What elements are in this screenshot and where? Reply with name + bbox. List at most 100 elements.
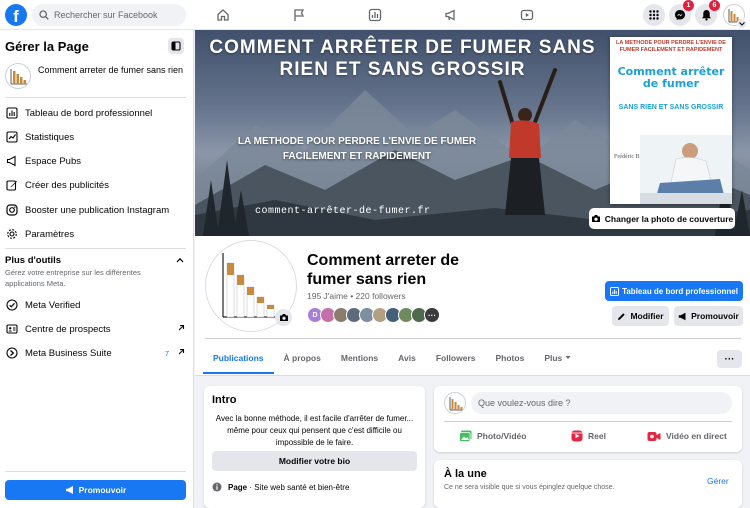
tab-more-label: Plus bbox=[544, 353, 563, 363]
sidebar-item-label: Booster une publication Instagram bbox=[25, 204, 170, 216]
sidebar-item-label: Statistiques bbox=[25, 131, 75, 143]
change-cover-photo-button[interactable]: Changer la photo de couverture bbox=[589, 208, 735, 229]
edit-page-label: Modifier bbox=[630, 311, 664, 321]
home-icon[interactable] bbox=[214, 6, 232, 24]
book-top-text: LA METHODE POUR PERDRE L'ENVIE DE FUMER … bbox=[616, 40, 726, 53]
divider bbox=[5, 97, 186, 98]
intro-title: Intro bbox=[212, 394, 237, 406]
tab-mentions[interactable]: Mentions bbox=[331, 348, 388, 374]
tab-about[interactable]: À propos bbox=[274, 348, 331, 374]
more-tools-title: Plus d'outils bbox=[5, 255, 62, 266]
menu-grid-button[interactable] bbox=[643, 4, 665, 26]
megaphone-icon bbox=[678, 312, 686, 320]
composer-avatar bbox=[444, 392, 466, 414]
page-avatar bbox=[5, 63, 31, 89]
reel-label: Reel bbox=[588, 431, 606, 441]
messenger-button[interactable]: 1 bbox=[669, 0, 694, 26]
instagram-icon bbox=[5, 203, 19, 217]
messenger-badge: 1 bbox=[683, 0, 694, 11]
photo-video-button[interactable]: Photo/Vidéo bbox=[459, 428, 526, 444]
sidebar-item-leads-center[interactable]: Centre de prospects bbox=[5, 320, 187, 338]
live-video-label: Vidéo en direct bbox=[666, 431, 727, 441]
sidebar-item-label: Centre de prospects bbox=[25, 323, 111, 335]
external-link-icon bbox=[177, 348, 185, 359]
search-input[interactable] bbox=[54, 10, 182, 20]
tab-publications[interactable]: Publications bbox=[203, 348, 274, 374]
book-title: Comment arrêter de fumer bbox=[617, 65, 725, 90]
followers-avatars[interactable]: D ··· bbox=[307, 307, 440, 326]
business-suite-icon bbox=[5, 346, 19, 360]
book-subtitle: SANS RIEN ET SANS GROSSIR bbox=[618, 104, 724, 111]
manage-page-sidebar: Gérer la Page Comment arreter de fumer s… bbox=[0, 30, 194, 508]
page-stats: 195 J'aime • 220 followers bbox=[307, 291, 406, 301]
business-suite-count: 7 bbox=[164, 348, 169, 358]
manage-featured-link[interactable]: Gérer bbox=[707, 476, 729, 486]
megaphone-icon bbox=[65, 486, 73, 494]
page-header: Comment arreter de fumer sans rien 195 J… bbox=[195, 236, 750, 376]
notifications-button[interactable]: 6 bbox=[695, 0, 720, 26]
collapse-sidebar-button[interactable] bbox=[168, 38, 184, 54]
reel-button[interactable]: Reel bbox=[571, 428, 606, 444]
search-box[interactable] bbox=[32, 4, 186, 26]
pencil-icon bbox=[618, 312, 626, 320]
promote-button-label: Promouvoir bbox=[78, 485, 127, 495]
tab-followers[interactable]: Followers bbox=[426, 348, 486, 374]
divider bbox=[5, 248, 186, 249]
live-video-button[interactable]: Vidéo en direct bbox=[647, 428, 727, 444]
tab-more[interactable]: Plus bbox=[534, 348, 581, 374]
professional-dashboard-button[interactable]: Tableau de bord professionnel bbox=[605, 281, 743, 301]
ads-megaphone-icon[interactable] bbox=[442, 6, 460, 24]
update-profile-picture-button[interactable] bbox=[275, 309, 292, 326]
gear-icon bbox=[5, 227, 19, 241]
sidebar-toggle-icon bbox=[171, 41, 181, 51]
sidebar-item-create-ads[interactable]: Créer des publicités bbox=[5, 176, 187, 194]
bell-icon bbox=[701, 10, 711, 21]
tab-photos[interactable]: Photos bbox=[486, 348, 535, 374]
divider bbox=[205, 338, 741, 339]
leads-icon bbox=[5, 322, 19, 336]
video-icon[interactable] bbox=[518, 6, 536, 24]
chevron-up-icon[interactable] bbox=[176, 255, 184, 266]
more-options-button[interactable]: ··· bbox=[717, 350, 742, 368]
intro-card: Intro Avec la bonne méthode, il est faci… bbox=[204, 386, 425, 508]
live-video-icon bbox=[647, 431, 661, 441]
category-value: · Site web santé et bien-être bbox=[249, 482, 350, 492]
featured-title: À la une bbox=[444, 468, 487, 480]
professional-dashboard-label: Tableau de bord professionnel bbox=[622, 286, 738, 296]
page-name: Comment arreter de fumer sans rien bbox=[307, 252, 460, 288]
photo-video-label: Photo/Vidéo bbox=[477, 431, 527, 441]
promote-button[interactable]: Promouvoir bbox=[5, 480, 186, 500]
search-icon bbox=[39, 10, 49, 20]
edit-bio-button[interactable]: Modifier votre bio bbox=[212, 451, 417, 471]
featured-description: Ce ne sera visible que si vous épinglez … bbox=[444, 484, 615, 491]
featured-card: À la une Ce ne sera visible que si vous … bbox=[434, 460, 742, 508]
grid-icon bbox=[649, 10, 659, 20]
cover-title: COMMENT ARRÊTER DE FUMER SANS RIEN ET SA… bbox=[209, 37, 596, 80]
photo-icon bbox=[459, 430, 472, 442]
flag-icon[interactable] bbox=[290, 6, 308, 24]
info-icon bbox=[212, 482, 222, 492]
insights-icon[interactable] bbox=[366, 6, 384, 24]
sidebar-item-dashboard[interactable]: Tableau de bord professionnel bbox=[5, 104, 187, 122]
post-input[interactable]: Que voulez-vous dire ? bbox=[471, 392, 732, 414]
sidebar-item-ads-space[interactable]: Espace Pubs bbox=[5, 152, 187, 170]
sidebar-item-label: Espace Pubs bbox=[25, 155, 81, 167]
account-menu-chevron-icon[interactable] bbox=[737, 19, 747, 29]
sidebar-item-boost-instagram[interactable]: Booster une publication Instagram bbox=[5, 201, 187, 219]
page-category: Page · Site web santé et bien-être bbox=[212, 482, 349, 492]
sidebar-item-meta-verified[interactable]: Meta Verified bbox=[5, 296, 187, 314]
external-link-icon bbox=[177, 324, 185, 335]
facebook-logo[interactable]: f bbox=[5, 4, 27, 26]
cover-subtitle: LA METHODE POUR PERDRE L'ENVIE DE FUMER … bbox=[237, 136, 477, 162]
sidebar-item-statistics[interactable]: Statistiques bbox=[5, 128, 187, 146]
edit-page-button[interactable]: Modifier bbox=[612, 306, 669, 326]
sidebar-item-settings[interactable]: Paramètres bbox=[5, 225, 187, 243]
sidebar-item-label: Meta Business Suite bbox=[25, 347, 112, 359]
intro-bio-text: Avec la bonne méthode, il est facile d'a… bbox=[215, 414, 414, 447]
camera-icon bbox=[591, 215, 600, 222]
promote-page-button[interactable]: Promouvoir bbox=[674, 306, 743, 326]
messenger-icon bbox=[675, 10, 685, 20]
sidebar-item-business-suite[interactable]: Meta Business Suite 7 bbox=[5, 344, 187, 362]
tab-reviews[interactable]: Avis bbox=[388, 348, 426, 374]
sidebar-page-switcher[interactable]: Comment arreter de fumer sans rien bbox=[5, 63, 187, 91]
